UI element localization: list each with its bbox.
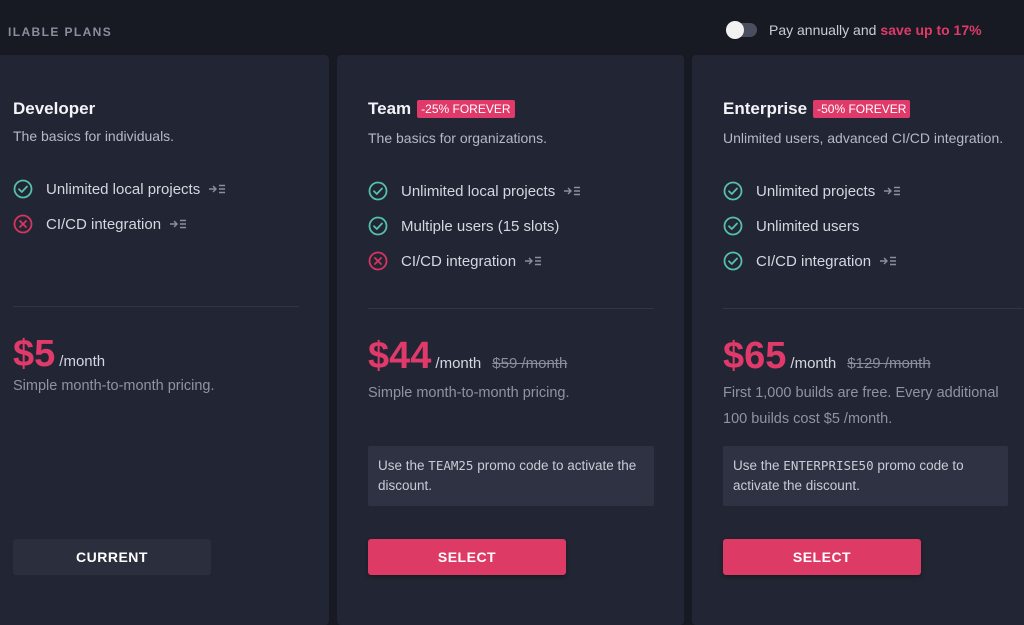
x-circle-icon [13,214,33,234]
original-price: $59 /month [492,355,568,372]
divider [723,308,1023,309]
plan-title: Team -25% FOREVER [368,99,515,119]
plan-subtitle: Unlimited users, advanced CI/CD integrat… [723,130,1004,146]
feature-item: Unlimited projects [723,181,901,201]
info-arrow-icon[interactable] [563,185,581,197]
feature-label: CI/CD integration [46,215,162,233]
price-description: First 1,000 builds are free. Every addit… [723,380,999,432]
x-circle-icon [368,251,388,271]
feature-item: Unlimited users [723,216,859,236]
price: $65 [723,335,787,377]
plan-title: Developer [13,99,95,119]
info-arrow-icon[interactable] [524,255,542,267]
price-period: /month [790,355,837,372]
plan-card-team: Team -25% FOREVER The basics for organiz… [337,55,684,625]
plan-subtitle: The basics for organizations. [368,130,547,146]
price-description-line: First 1,000 builds are free. Every addit… [723,385,999,401]
billing-label: Pay annually and [769,22,877,38]
feature-label: Unlimited local projects [401,182,556,200]
check-circle-icon [368,181,388,201]
discount-badge: -50% FOREVER [813,100,911,118]
price-row: $5 /month [13,333,105,376]
feature-item: CI/CD integration [723,251,897,271]
check-circle-icon [723,251,743,271]
promo-code-box: Use the ENTERPRISE50 promo code to activ… [723,446,1008,506]
promo-text-before: Use the [378,458,425,473]
select-plan-button[interactable]: SELECT [368,539,566,575]
feature-label: Multiple users (15 slots) [401,217,560,235]
price: $5 [13,333,56,375]
plan-name: Developer [13,99,96,118]
promo-code: TEAM25 [428,458,474,473]
promo-code-box: Use the TEAM25 promo code to activate th… [368,446,654,506]
price-period: /month [435,355,482,372]
price: $44 [368,335,432,377]
price-description: Simple month-to-month pricing. [13,378,215,394]
info-arrow-icon[interactable] [879,255,897,267]
plan-card-developer: Developer The basics for individuals. Un… [0,55,329,625]
check-circle-icon [368,216,388,236]
plan-subtitle: The basics for individuals. [13,128,175,144]
plan-name: Team [368,99,412,118]
feature-label: Unlimited projects [756,182,876,200]
price-description-line: 100 builds cost $5 /month. [723,411,893,427]
info-arrow-icon[interactable] [883,185,901,197]
divider [368,308,654,309]
price-description: Simple month-to-month pricing. [368,385,570,401]
page-title: ILABLE PLANS [8,25,113,39]
feature-label: CI/CD integration [401,252,517,270]
current-plan-button[interactable]: CURRENT [13,539,211,575]
info-arrow-icon[interactable] [169,218,187,230]
toggle-knob [726,21,744,39]
feature-item: Multiple users (15 slots) [368,216,559,236]
feature-item: CI/CD integration [13,214,187,234]
annual-billing-toggle[interactable] [726,21,757,39]
price-row: $65 /month $129 /month [723,335,931,378]
feature-item: CI/CD integration [368,251,542,271]
plan-title: Enterprise -50% FOREVER [723,99,911,119]
check-circle-icon [13,179,33,199]
discount-badge: -25% FOREVER [417,100,515,118]
feature-label: Unlimited users [756,217,860,235]
select-plan-button[interactable]: SELECT [723,539,921,575]
original-price: $129 /month [847,355,931,372]
price-period: /month [59,353,106,370]
feature-label: CI/CD integration [756,252,872,270]
feature-item: Unlimited local projects [368,181,581,201]
feature-label: Unlimited local projects [46,180,201,198]
divider [13,306,299,307]
check-circle-icon [723,181,743,201]
info-arrow-icon[interactable] [208,183,226,195]
promo-code: ENTERPRISE50 [783,458,874,473]
plan-name: Enterprise [723,99,808,118]
price-row: $44 /month $59 /month [368,335,567,378]
promo-text-before: Use the [733,458,780,473]
feature-item: Unlimited local projects [13,179,226,199]
billing-savings-highlight: save up to 17% [880,22,982,38]
billing-toggle-group: Pay annually and save up to 17% [726,21,982,39]
plan-card-enterprise: Enterprise -50% FOREVER Unlimited users,… [692,55,1024,625]
check-circle-icon [723,216,743,236]
